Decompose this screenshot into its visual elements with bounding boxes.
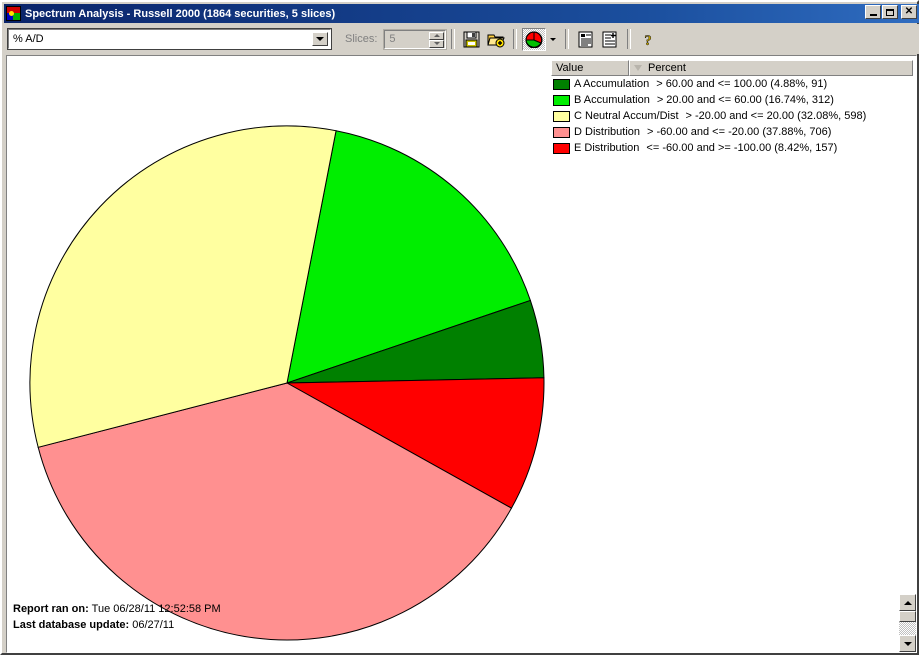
app-pie-icon	[6, 6, 21, 21]
legend-column-percent-label: Percent	[648, 62, 686, 74]
window-controls: ✕	[864, 5, 917, 19]
legend-column-percent[interactable]: Percent	[629, 60, 913, 76]
slices-value: 5	[389, 33, 396, 45]
scrollbar-thumb[interactable]	[899, 611, 916, 622]
toolbar-separator	[565, 29, 570, 49]
legend-row[interactable]: B Accumulation > 20.00 and <= 60.00 (16.…	[551, 92, 913, 108]
report-list-icon	[578, 31, 593, 47]
db-update-value: 06/27/11	[132, 619, 175, 631]
legend-label-b: B Accumulation	[574, 94, 650, 106]
toolbar-separator	[627, 29, 632, 49]
pie-chart	[7, 56, 567, 652]
report-add-icon	[602, 31, 617, 47]
stepper-down-icon[interactable]	[429, 39, 445, 48]
app-window: Spectrum Analysis - Russell 2000 (1864 s…	[0, 0, 919, 655]
stepper-up-icon[interactable]	[429, 31, 445, 40]
pie-chart-icon	[525, 30, 543, 48]
close-button[interactable]: ✕	[901, 5, 917, 19]
content-area: Value Percent A Accumulation > 60.00 and…	[6, 55, 917, 653]
maximize-button[interactable]	[882, 5, 898, 19]
pie-chart-svg	[29, 125, 545, 641]
report-add-button[interactable]	[598, 28, 622, 51]
legend-label-d: D Distribution	[574, 126, 641, 138]
help-icon: ?	[644, 32, 653, 48]
db-update-label: Last database update:	[13, 619, 130, 631]
mode-combobox-value: % A/D	[13, 33, 44, 45]
title-bar[interactable]: Spectrum Analysis - Russell 2000 (1864 s…	[4, 4, 919, 23]
slices-label: Slices:	[345, 33, 378, 45]
legend-row[interactable]: A Accumulation > 60.00 and <= 100.00 (4.…	[551, 76, 913, 92]
legend-row[interactable]: E Distribution <= -60.00 and >= -100.00 …	[551, 140, 913, 156]
legend-label-e: E Distribution	[574, 142, 640, 154]
legend-header: Value Percent	[551, 60, 913, 76]
legend-range-c: > -20.00 and <= 20.00 (32.08%, 598)	[685, 110, 867, 122]
slices-stepper[interactable]: 5	[383, 28, 448, 50]
minimize-button[interactable]	[865, 5, 881, 19]
legend-column-value[interactable]: Value	[551, 60, 629, 76]
report-list-button[interactable]	[574, 28, 598, 51]
toolbar-separator	[513, 29, 518, 49]
sort-descending-icon	[634, 65, 642, 71]
scroll-up-icon[interactable]	[899, 594, 916, 611]
legend-row[interactable]: C Neutral Accum/Dist > -20.00 and <= 20.…	[551, 108, 913, 124]
help-button[interactable]: ?	[636, 28, 660, 51]
scrollbar-track[interactable]	[899, 622, 916, 635]
pie-chart-button[interactable]	[522, 27, 547, 51]
report-ran-line: Report ran on: Tue 06/28/11 12:52:58 PM	[13, 601, 221, 617]
legend-range-d: > -60.00 and <= -20.00 (37.88%, 706)	[647, 126, 832, 138]
chevron-down-icon[interactable]	[312, 32, 328, 46]
vertical-scrollbar[interactable]	[899, 594, 916, 652]
svg-text:?: ?	[645, 33, 653, 48]
open-button[interactable]	[484, 28, 508, 51]
save-button[interactable]	[460, 28, 484, 51]
legend-swatch-a	[553, 78, 570, 90]
db-update-line: Last database update: 06/27/11	[13, 617, 221, 633]
legend-swatch-b	[553, 94, 570, 106]
legend-range-e: <= -60.00 and >= -100.00 (8.42%, 157)	[646, 142, 838, 154]
legend-swatch-c	[553, 110, 570, 122]
legend-range-a: > 60.00 and <= 100.00 (4.88%, 91)	[656, 78, 828, 90]
legend-swatch-e	[553, 142, 570, 154]
chart-type-dropdown[interactable]	[546, 28, 560, 51]
toolbar-separator	[451, 29, 456, 49]
save-icon	[463, 31, 480, 47]
report-ran-value: Tue 06/28/11 12:52:58 PM	[91, 603, 221, 615]
legend-swatch-d	[553, 126, 570, 138]
mode-combobox[interactable]: % A/D	[7, 28, 332, 50]
open-add-icon	[487, 34, 506, 47]
scroll-down-icon[interactable]	[899, 635, 916, 652]
legend-label-a: A Accumulation	[574, 78, 650, 90]
toolbar: % A/D Slices: 5 ?	[4, 24, 919, 54]
report-ran-label: Report ran on:	[13, 603, 89, 615]
legend: Value Percent A Accumulation > 60.00 and…	[551, 60, 913, 156]
window-title: Spectrum Analysis - Russell 2000 (1864 s…	[25, 7, 336, 20]
report-footer: Report ran on: Tue 06/28/11 12:52:58 PM …	[13, 601, 221, 633]
legend-row[interactable]: D Distribution > -60.00 and <= -20.00 (3…	[551, 124, 913, 140]
legend-range-b: > 20.00 and <= 60.00 (16.74%, 312)	[656, 94, 834, 106]
legend-label-c: C Neutral Accum/Dist	[574, 110, 679, 122]
slices-stepper-buttons[interactable]	[429, 31, 445, 48]
